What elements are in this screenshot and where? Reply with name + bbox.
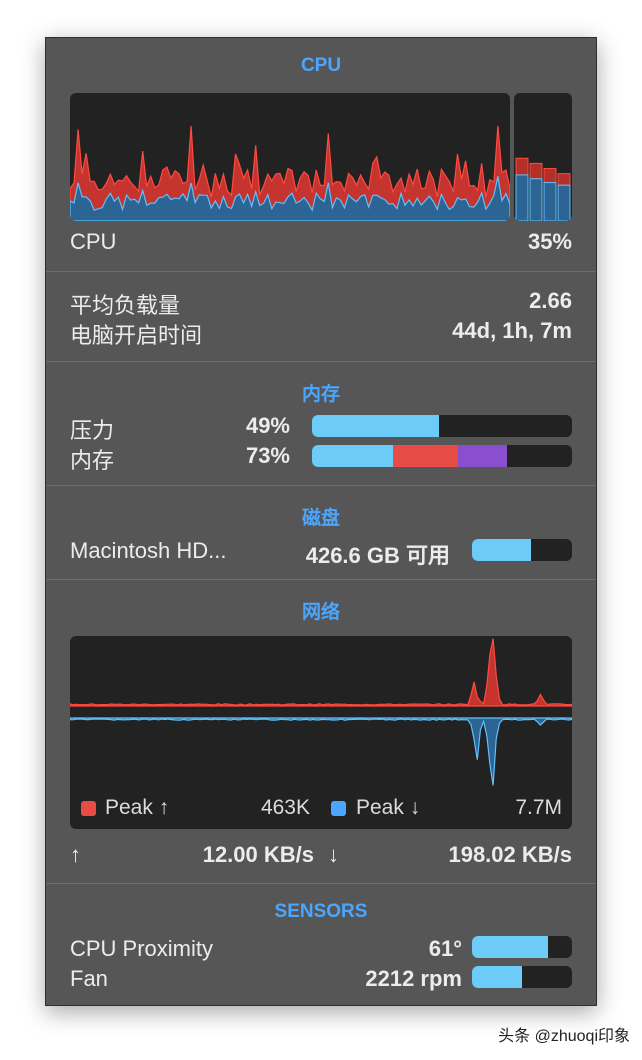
divider (46, 883, 596, 884)
memory-pressure-bar (312, 415, 572, 437)
sensor-fan-bar (472, 966, 572, 988)
divider (46, 579, 596, 580)
load-average-label: 平均负载量 (70, 293, 181, 318)
sensor-cpu-proximity-fill (472, 936, 548, 958)
upload-rate: 12.00 KB/s (202, 842, 314, 867)
cpu-section-header: CPU (300, 55, 342, 76)
watermark-text: 头条 @zhuoqi印象 (498, 1028, 630, 1045)
sensor-cpu-proximity-value: 61° (428, 936, 462, 961)
disk-usage-fill (472, 539, 531, 561)
cpu-core-system-bar (557, 173, 571, 186)
divider (46, 271, 596, 272)
cpu-value: 35% (527, 229, 572, 254)
cpu-core-user-bar (529, 178, 543, 221)
memory-pressure-fill (312, 415, 440, 437)
network-download-area (70, 717, 572, 786)
memory-usage-segment (392, 445, 458, 467)
cpu-cores-svg (515, 157, 571, 221)
divider (46, 361, 596, 362)
cpu-core-user-bar (557, 184, 571, 221)
memory-pressure-value: 49% (245, 413, 290, 438)
cpu-core-user-bar (515, 174, 529, 221)
uptime-label: 电脑开启时间 (70, 323, 203, 348)
peak-download-label: Peak ↓ (356, 796, 421, 819)
cpu-core-system-bar (515, 157, 529, 176)
sensors-section-header: SENSORS (274, 901, 368, 922)
download-arrow-icon: ↓ (328, 842, 339, 867)
network-graph: Peak ↑ 463K Peak ↓ 7.7M (70, 636, 572, 829)
cpu-label: CPU (70, 229, 117, 254)
download-rate: 198.02 KB/s (448, 842, 572, 867)
cpu-core-system-bar (529, 162, 543, 180)
sensor-cpu-proximity-label: CPU Proximity (70, 936, 214, 961)
cpu-cores-graph (514, 93, 572, 221)
cpu-history-svg (70, 125, 510, 221)
memory-usage-segment (457, 445, 507, 467)
divider (46, 485, 596, 486)
sensor-fan-value: 2212 rpm (365, 966, 462, 991)
cpu-core-user-bar (543, 182, 557, 221)
download-legend-swatch (331, 801, 346, 816)
stats-panel: CPU CPU 35% 平均负载量 2.66 电脑开启时间 44d, 1h, 7… (45, 37, 597, 1006)
memory-pressure-label: 压力 (70, 418, 115, 443)
peak-upload-label: Peak ↑ (105, 796, 170, 819)
sensor-fan-label: Fan (70, 966, 108, 991)
cpu-core-system-bar (543, 168, 557, 184)
disk-free-value: 426.6 GB 可用 (305, 543, 450, 568)
memory-usage-label: 内存 (70, 448, 115, 473)
upload-arrow-icon: ↑ (70, 842, 81, 867)
sensor-cpu-proximity-bar (472, 936, 572, 958)
disk-section-header: 磁盘 (301, 508, 340, 529)
memory-usage-segment (312, 445, 393, 467)
peak-download-value: 7.7M (515, 796, 562, 819)
memory-usage-value: 73% (245, 443, 290, 468)
network-section-header: 网络 (301, 602, 340, 623)
disk-usage-bar (472, 539, 572, 561)
uptime-value: 44d, 1h, 7m (452, 318, 572, 343)
disk-name: Macintosh HD... (70, 538, 227, 563)
sensor-fan-fill (472, 966, 522, 988)
upload-legend-swatch (81, 801, 96, 816)
memory-usage-bar (312, 445, 572, 467)
load-average-value: 2.66 (529, 288, 572, 313)
memory-section-header: 内存 (301, 384, 340, 405)
cpu-history-graph (70, 93, 510, 221)
peak-upload-value: 463K (260, 796, 310, 819)
network-upload-area (70, 638, 572, 707)
